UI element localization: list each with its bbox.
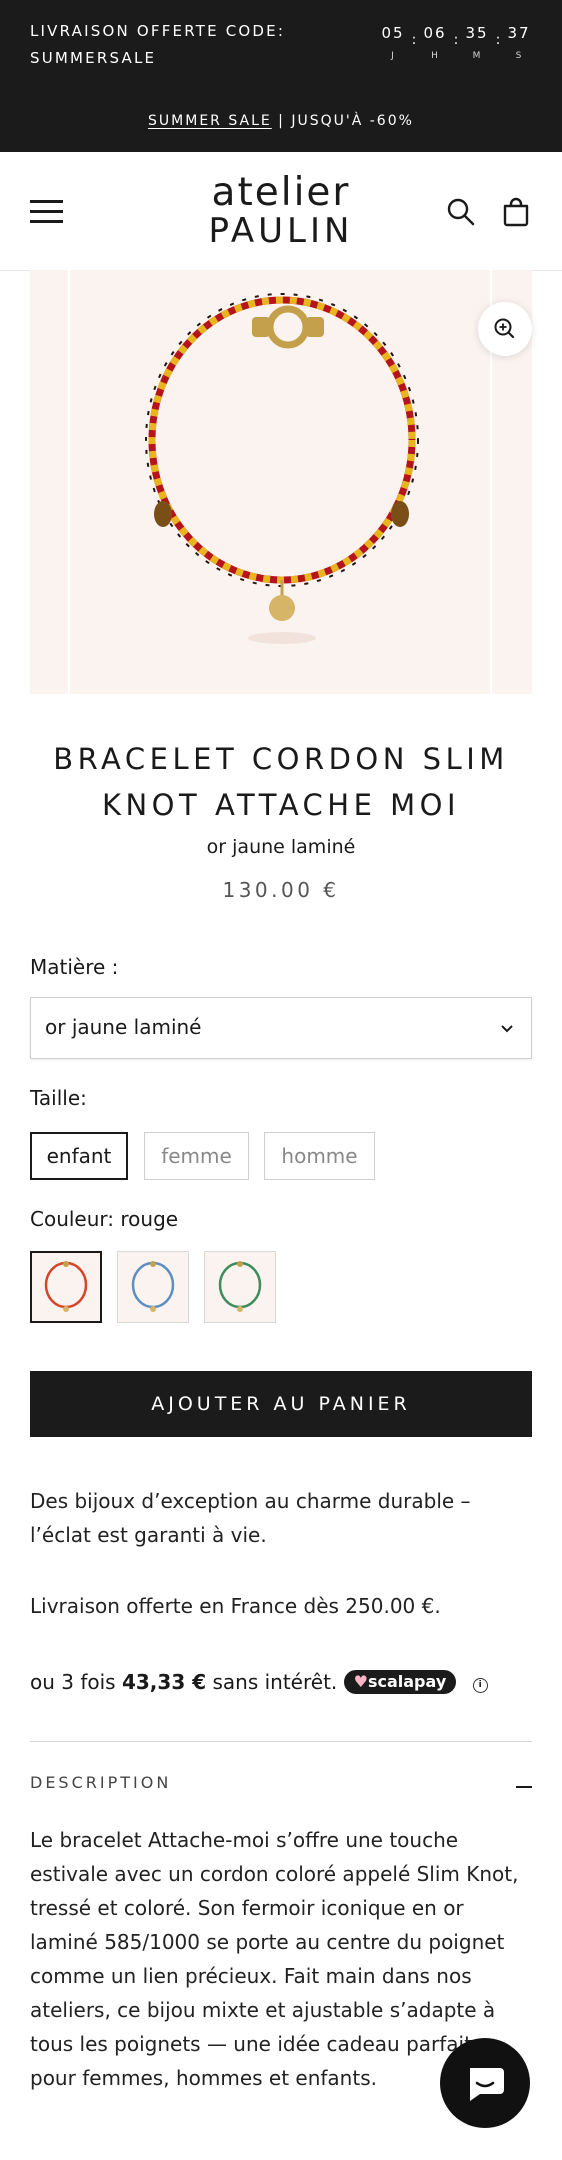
size-label: Taille: — [30, 1086, 87, 1110]
bag-icon[interactable] — [500, 196, 532, 228]
sale-banner: SUMMER SALE | JUSQU'À -60% — [0, 113, 562, 129]
product-title: BRACELET CORDON SLIM KNOT ATTACHE MOI — [53, 742, 509, 822]
zoom-in-icon — [494, 318, 515, 339]
sale-discount-text: | JUSQU'À -60% — [271, 113, 414, 129]
description-toggle[interactable]: DESCRIPTION — [30, 1773, 171, 1792]
size-option-enfant[interactable]: enfant — [30, 1132, 128, 1180]
info-icon[interactable]: i — [472, 1678, 488, 1693]
installment-offer: ou 3 fois 43,33 € sans intérêt. ♥scalapa… — [30, 1670, 540, 1694]
size-option-homme[interactable]: homme — [264, 1132, 375, 1180]
site-logo[interactable]: atelier PAULIN — [0, 170, 562, 251]
countdown-seconds: 37 S — [507, 24, 531, 61]
chevron-down-icon — [501, 1025, 513, 1033]
product-price: 130.00 € — [222, 878, 340, 902]
product-subtitle: or jaune laminé — [206, 836, 356, 858]
promo-text: LIVRAISON OFFERTE CODE: SUMMERSALE — [30, 22, 286, 67]
countdown-hours: 06 H — [423, 24, 447, 61]
material-select[interactable]: or jaune laminé — [30, 997, 532, 1059]
logo-line-2: PAULIN — [208, 211, 354, 251]
color-swatch-rouge[interactable] — [30, 1251, 102, 1323]
scalapay-badge[interactable]: ♥scalapay — [343, 1670, 457, 1694]
bracelet-image — [145, 293, 419, 644]
material-selected-value: or jaune laminé — [45, 1015, 202, 1039]
product-image[interactable] — [30, 270, 532, 694]
add-to-cart-button[interactable]: AJOUTER AU PANIER — [30, 1371, 532, 1437]
color-swatch-bleu[interactable] — [117, 1251, 189, 1323]
site-header: atelier PAULIN — [0, 152, 562, 271]
summer-sale-link[interactable]: SUMMER SALE — [148, 113, 272, 129]
logo-line-1: atelier — [211, 170, 351, 215]
color-label: Couleur: rouge — [30, 1207, 179, 1231]
countdown-timer: 05 J : 06 H : 35 M : 37 S — [378, 24, 534, 61]
installment-amount: 43,33 € — [121, 1670, 207, 1694]
material-label: Matière : — [30, 955, 119, 979]
section-divider — [30, 1741, 532, 1742]
chat-button[interactable] — [440, 2038, 530, 2128]
chat-icon — [470, 2068, 504, 2101]
announcement-bar: LIVRAISON OFFERTE CODE: SUMMERSALE 05 J … — [0, 0, 562, 152]
search-icon[interactable] — [445, 196, 477, 228]
color-swatch-vert[interactable] — [204, 1251, 276, 1323]
shipping-text: Livraison offerte en France dès 250.00 €… — [30, 1594, 441, 1618]
minus-icon[interactable] — [516, 1786, 532, 1788]
countdown-days: 05 J — [381, 24, 405, 61]
countdown-minutes: 35 M — [465, 24, 489, 61]
size-option-femme[interactable]: femme — [144, 1132, 249, 1180]
guarantee-text: Des bijoux d’exception au charme durable… — [30, 1489, 471, 1547]
heart-icon: ♥ — [353, 1672, 368, 1691]
zoom-button[interactable] — [478, 302, 532, 356]
